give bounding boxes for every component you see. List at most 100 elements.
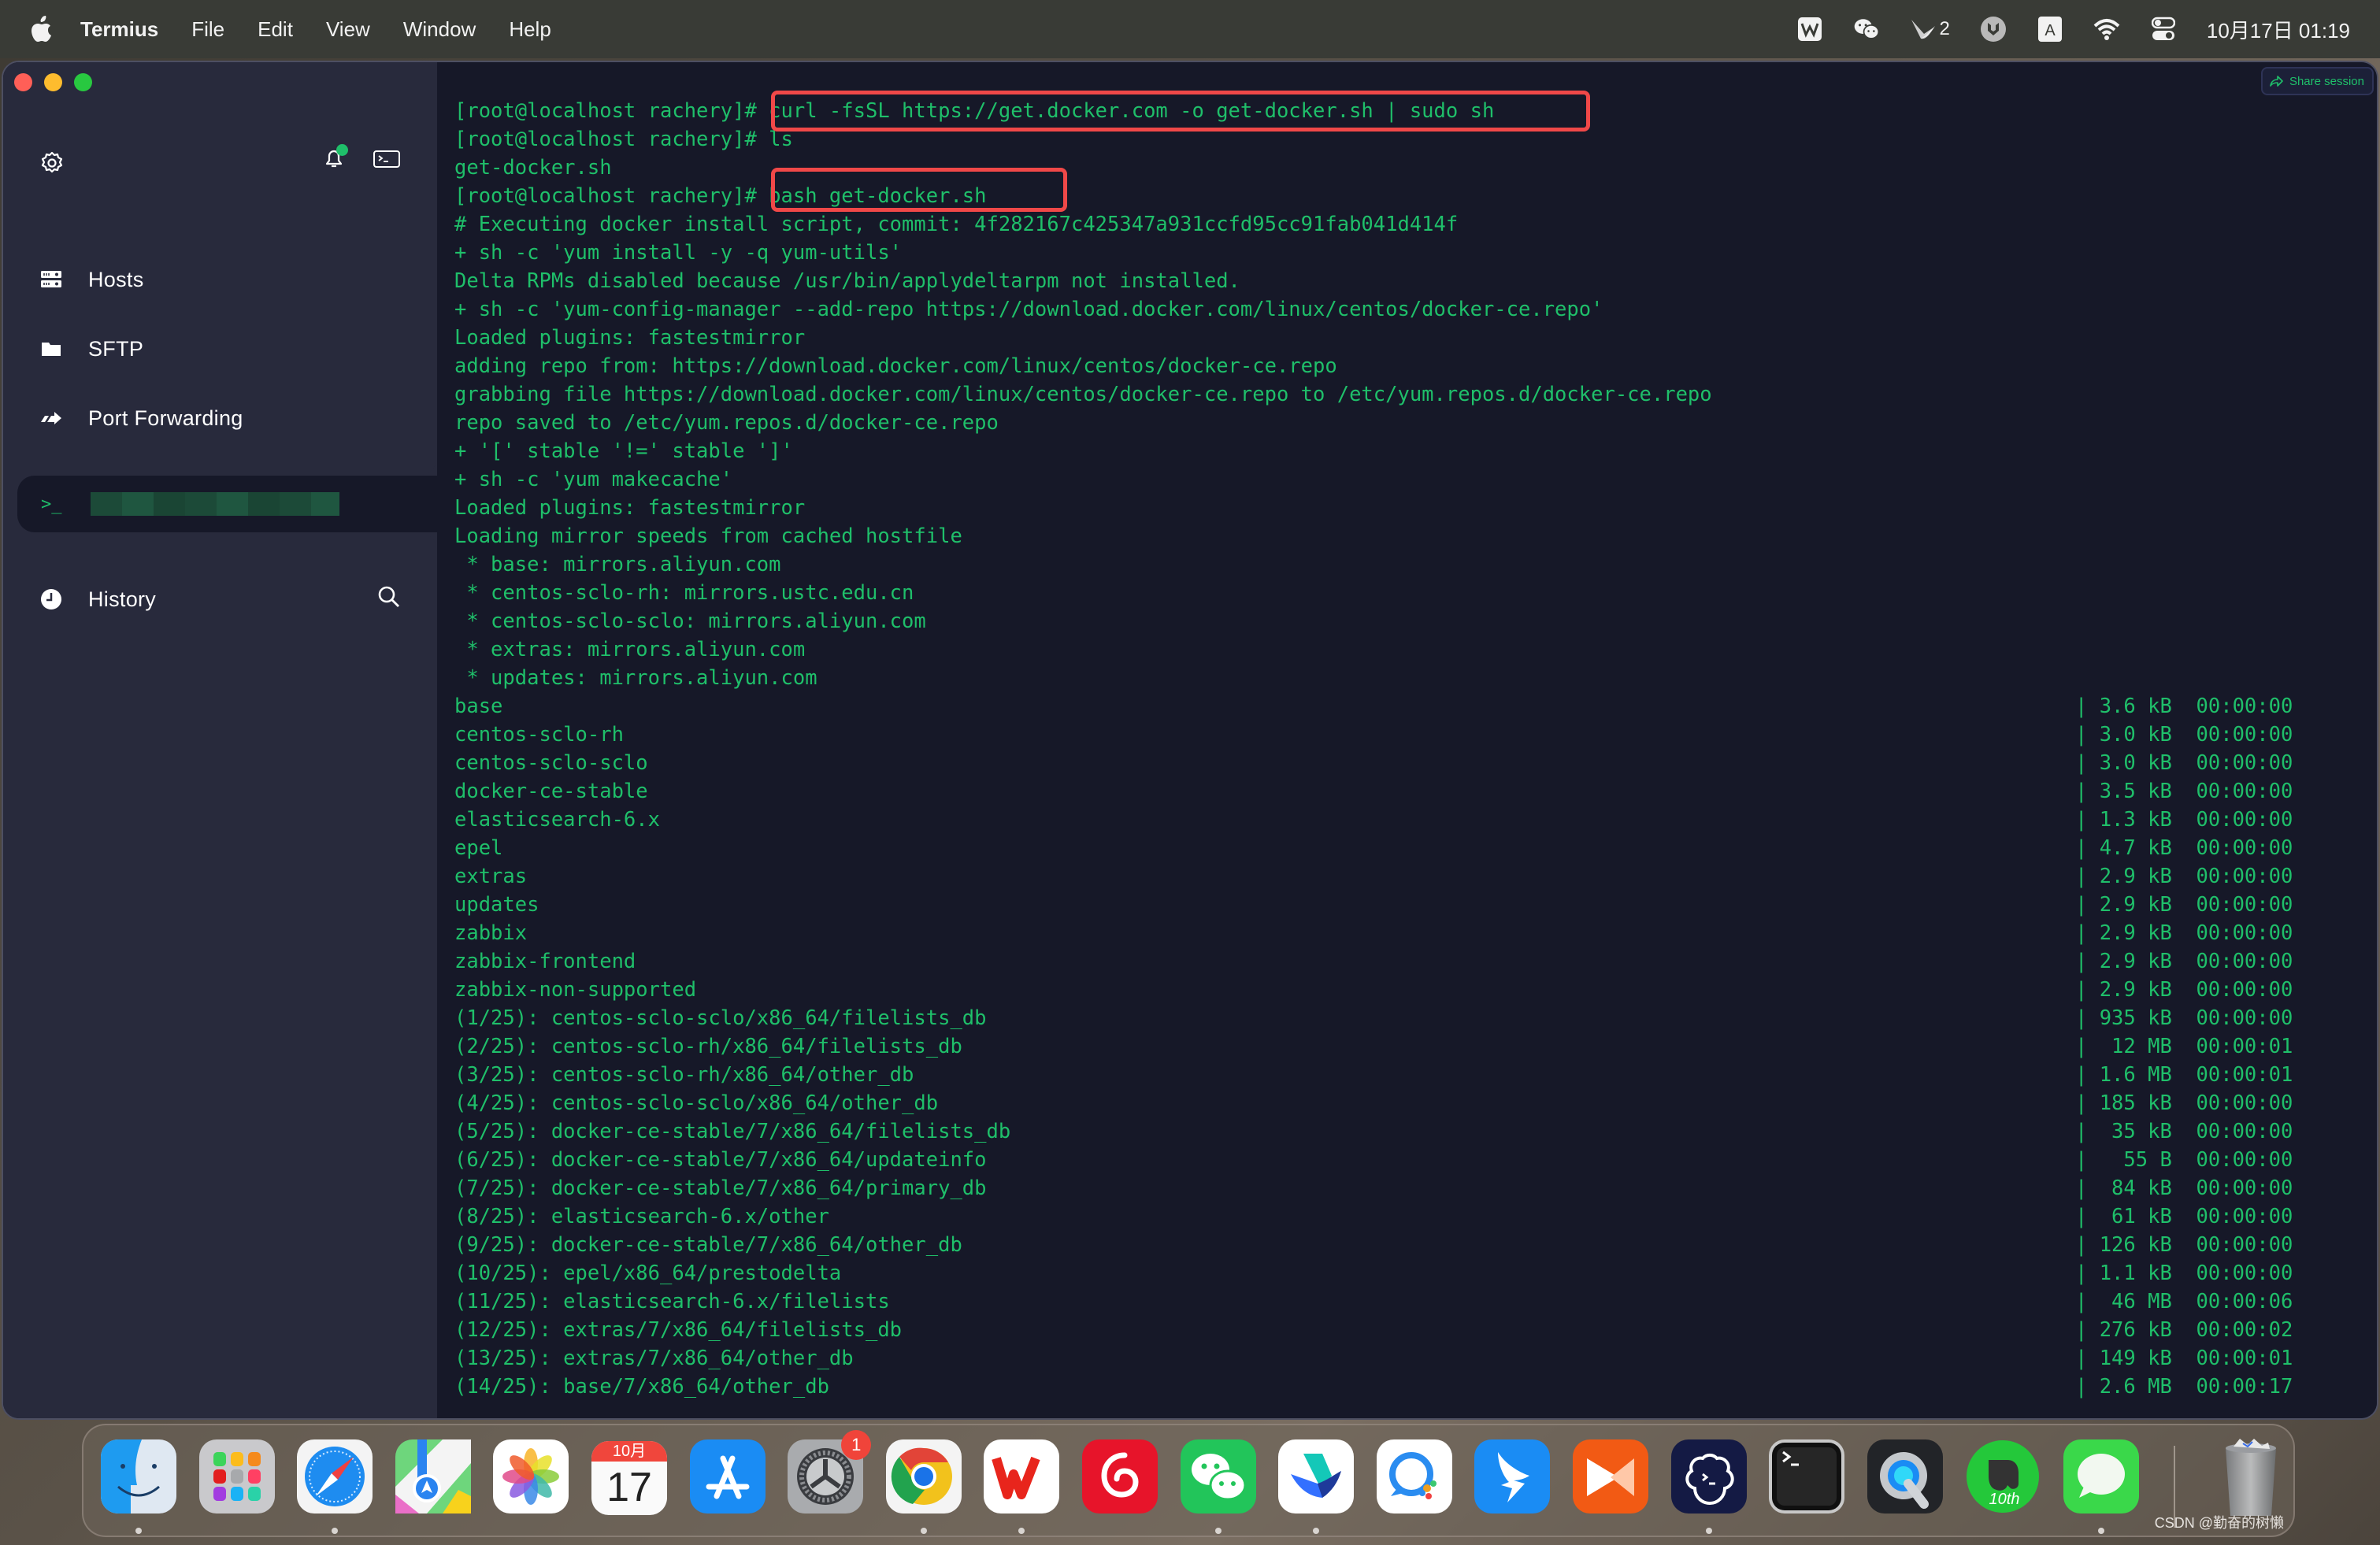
dock-item-system-settings[interactable]: 1: [788, 1430, 872, 1515]
running-indicator: [332, 1528, 339, 1534]
terminal-line-text: * extras: mirrors.aliyun.com: [454, 638, 806, 661]
terminal-line: (4/25): centos-sclo-sclo/x86_64/other_db…: [454, 1089, 2377, 1117]
wifi-icon[interactable]: [2093, 16, 2120, 43]
apple-logo-icon[interactable]: [30, 15, 52, 43]
terminal-line-text: (7/25): docker-ce-stable/7/x86_64/primar…: [454, 1176, 987, 1200]
sidebar-item-sftp[interactable]: SFTP: [3, 314, 437, 383]
terminal-line-text: updates: [454, 893, 539, 917]
sidebar-item-label: SFTP: [88, 336, 144, 361]
dock-item-launchpad[interactable]: [198, 1439, 275, 1515]
sidebar-item-port-forwarding[interactable]: Port Forwarding: [3, 383, 437, 453]
terminal-line: zabbix-non-supported | 2.9 kB 00:00:00: [454, 976, 2377, 1004]
running-indicator: [1313, 1528, 1320, 1534]
dock-item-calendar[interactable]: 10月 17: [591, 1441, 667, 1515]
terminal-line-text: * base: mirrors.aliyun.com: [454, 553, 781, 576]
dock-item-chat-bubble[interactable]: [1376, 1439, 1452, 1515]
terminal-line: + sh -c 'yum makecache': [454, 465, 2377, 494]
wechat-icon: [1180, 1439, 1256, 1517]
dock-item-dingtalk[interactable]: [1474, 1439, 1551, 1517]
menu-view[interactable]: View: [326, 17, 370, 42]
minimize-window-button[interactable]: [44, 73, 62, 91]
sidebar-item-hosts[interactable]: Hosts: [3, 245, 437, 314]
terminal-line-text: * updates: mirrors.aliyun.com: [454, 666, 817, 690]
input-method-icon[interactable]: A: [2037, 16, 2063, 43]
terminal-line: * centos-sclo-rh: mirrors.ustc.edu.cn: [454, 579, 2377, 607]
control-center-icon[interactable]: [2150, 16, 2177, 43]
close-window-button[interactable]: [14, 73, 32, 91]
dock-item-wechat[interactable]: [1180, 1439, 1256, 1534]
notifications-bell-icon[interactable]: [323, 144, 348, 172]
download-size-time: | 2.9 kB 00:00:00: [2075, 950, 2293, 973]
feishu-icon: [1278, 1439, 1355, 1517]
settings-gear-icon[interactable]: [39, 150, 65, 179]
menu-edit[interactable]: Edit: [258, 17, 293, 42]
dock-item-termius[interactable]: [1670, 1439, 1747, 1534]
terminal-line: * extras: mirrors.aliyun.com: [454, 635, 2377, 664]
menubar-clock[interactable]: 10月17日 01:19: [2207, 15, 2350, 44]
terminal-line-text: zabbix: [454, 921, 528, 945]
dock-item-photos[interactable]: [493, 1439, 569, 1517]
zoom-window-button[interactable]: [74, 73, 92, 91]
menu-window[interactable]: Window: [403, 17, 476, 42]
dock-item-presenter[interactable]: [1573, 1439, 1648, 1515]
search-history-icon[interactable]: [377, 585, 401, 612]
port-forward-icon: [39, 406, 63, 430]
photos-icon: [493, 1439, 569, 1517]
maps-icon: [395, 1439, 471, 1517]
terminal-line: Delta RPMs disabled because /usr/bin/app…: [454, 267, 2377, 295]
dock-item-messages[interactable]: [2063, 1439, 2139, 1534]
dock-item-app-store[interactable]: [689, 1439, 766, 1515]
svg-text:10th: 10th: [1989, 1491, 2020, 1508]
terminal-line-text: (2/25): centos-sclo-rh/x86_64/filelists_…: [454, 1035, 962, 1058]
dock-item-maps[interactable]: [395, 1439, 471, 1517]
dock-item-feishu[interactable]: [1278, 1439, 1355, 1534]
menu-bar: Termius File Edit View Window Help 2 A 1…: [0, 0, 2380, 58]
terminal-line: (1/25): centos-sclo-sclo/x86_64/filelist…: [454, 1004, 2377, 1032]
terminal-line: (14/25): base/7/x86_64/other_db | 2.6 MB …: [454, 1373, 2377, 1401]
window-controls: [14, 73, 92, 91]
terminal-line: zabbix | 2.9 kB 00:00:00: [454, 919, 2377, 947]
feishu-badge: 2: [1939, 18, 1950, 39]
download-size-time: | 12 MB 00:00:01: [2075, 1035, 2293, 1058]
terminal-line: Loaded plugins: fastestmirror: [454, 324, 2377, 352]
dock-item-safari[interactable]: [297, 1439, 373, 1534]
active-session-tab[interactable]: >_: [17, 476, 437, 532]
evernote-icon: 10th: [1965, 1439, 2041, 1517]
download-size-time: | 149 kB 00:00:01: [2075, 1347, 2293, 1370]
dock-item-chrome[interactable]: [885, 1439, 962, 1534]
wechat-icon[interactable]: [1853, 16, 1880, 43]
terminal-line: updates | 2.9 kB 00:00:00: [454, 891, 2377, 919]
dock-item-netease-music[interactable]: [1082, 1439, 1158, 1515]
terminal-line-text: elasticsearch-6.x: [454, 808, 660, 832]
terminal-line: * updates: mirrors.aliyun.com: [454, 664, 2377, 692]
menu-help[interactable]: Help: [509, 17, 551, 42]
calendar-day: 17: [606, 1465, 652, 1510]
dock-item-terminal[interactable]: [1769, 1439, 1845, 1515]
menu-file[interactable]: File: [191, 17, 224, 42]
dock-item-finder[interactable]: [101, 1439, 176, 1534]
terminal-line-text: epel: [454, 836, 503, 860]
terminal-line-text: extras: [454, 865, 528, 888]
dock-item-evernote[interactable]: 10th: [1965, 1439, 2041, 1517]
dock-item-trash[interactable]: [2213, 1439, 2289, 1516]
vpn-shield-icon[interactable]: [1980, 16, 2007, 43]
termius-window: Hosts SFTP Port Forwarding {} Snippets: [2, 61, 2378, 1420]
wps-icon[interactable]: [1796, 16, 1823, 43]
running-indicator: [1705, 1528, 1712, 1534]
terminal-line-text: (9/25): docker-ce-stable/7/x86_64/other_…: [454, 1233, 962, 1257]
quicktime-icon: [1867, 1439, 1943, 1517]
terminal-output[interactable]: Share session [root@localhost rachery]# …: [439, 62, 2377, 1418]
terminal-line: elasticsearch-6.x | 1.3 kB 00:00:00: [454, 806, 2377, 834]
terminal-line: (5/25): docker-ce-stable/7/x86_64/fileli…: [454, 1117, 2377, 1146]
messages-icon: [2063, 1439, 2139, 1517]
dock-item-wps[interactable]: [984, 1439, 1060, 1534]
share-session-button[interactable]: Share session: [2260, 67, 2374, 95]
highlight-box-curl-command: [771, 91, 1590, 132]
sidebar-item-history[interactable]: History: [3, 565, 437, 634]
menu-app-name[interactable]: Termius: [80, 17, 158, 42]
new-terminal-icon[interactable]: [373, 150, 400, 171]
terminal-line: centos-sclo-sclo | 3.0 kB 00:00:00: [454, 749, 2377, 777]
dingtalk-icon: [1474, 1439, 1551, 1517]
dock-item-quicktime[interactable]: [1867, 1439, 1943, 1517]
feishu-status[interactable]: 2: [1910, 16, 1950, 43]
